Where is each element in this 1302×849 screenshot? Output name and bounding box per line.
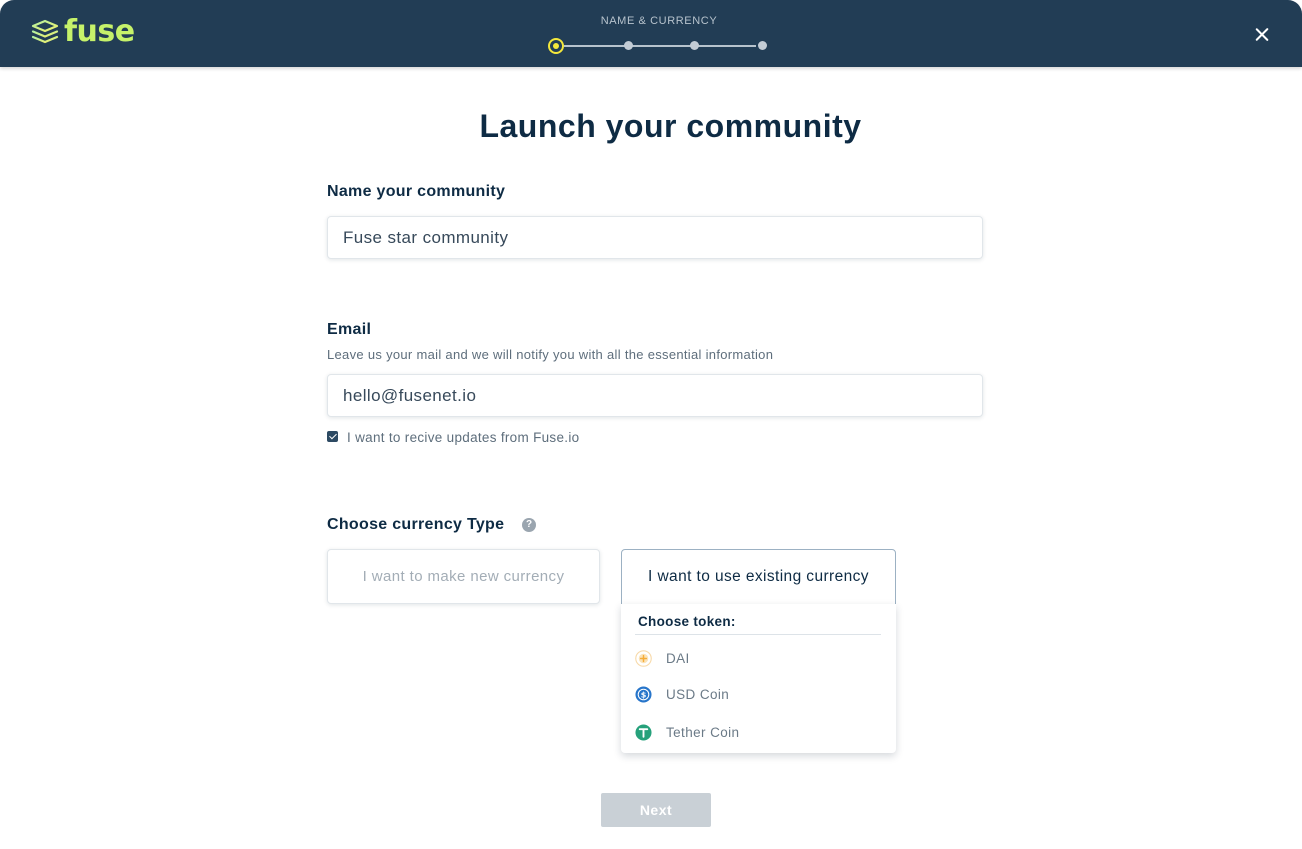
top-bar: fuse NAME & CURRENCY	[0, 0, 1302, 67]
token-dropdown-title: Choose token:	[638, 614, 736, 629]
email-input[interactable]	[327, 374, 983, 417]
step-3-indicator	[690, 41, 699, 50]
fuse-logo-icon	[31, 19, 59, 44]
email-label: Email	[327, 321, 372, 338]
tether-icon	[635, 723, 652, 741]
new-currency-option-label: I want to make new currency	[362, 568, 565, 585]
community-name-label: Name your community	[327, 183, 506, 200]
existing-currency-option-label: I want to use existing currency	[648, 568, 869, 585]
usdc-icon: $	[635, 685, 652, 703]
step-title: NAME & CURRENCY	[600, 15, 718, 27]
fuse-logo: fuse	[30, 14, 135, 50]
existing-currency-option[interactable]: I want to use existing currency	[621, 549, 896, 605]
currency-type-label: Choose currency Type	[327, 516, 505, 533]
token-dropdown: Choose token: DAI $ USD Coin Tether Coin	[621, 604, 896, 753]
step-4-indicator	[758, 41, 767, 50]
next-button[interactable]: Next	[601, 793, 711, 827]
svg-text:$: $	[641, 690, 647, 699]
help-icon[interactable]: ?	[522, 518, 536, 532]
token-option-usd-coin[interactable]: $ USD Coin	[635, 680, 881, 708]
dai-icon	[635, 649, 652, 667]
page-title: Launch your community	[479, 108, 862, 144]
token-label-tether-coin: Tether Coin	[666, 724, 740, 740]
step-1-indicator	[548, 38, 564, 54]
logo-text: fuse	[64, 14, 135, 49]
step-2-indicator	[624, 41, 633, 50]
token-label-dai: DAI	[666, 650, 690, 666]
dropdown-divider	[635, 634, 881, 635]
community-name-input[interactable]	[327, 216, 983, 259]
stepper-line	[564, 45, 756, 47]
progress-stepper	[548, 37, 770, 55]
updates-checkbox-label: I want to recive updates from Fuse.io	[347, 430, 580, 445]
token-option-dai[interactable]: DAI	[635, 644, 881, 672]
token-label-usd-coin: USD Coin	[666, 686, 730, 702]
token-option-tether-coin[interactable]: Tether Coin	[635, 718, 881, 746]
new-currency-option[interactable]: I want to make new currency	[327, 549, 600, 604]
email-description: Leave us your mail and we will notify yo…	[327, 347, 774, 362]
updates-checkbox[interactable]	[327, 431, 338, 442]
close-icon[interactable]	[1249, 22, 1275, 48]
